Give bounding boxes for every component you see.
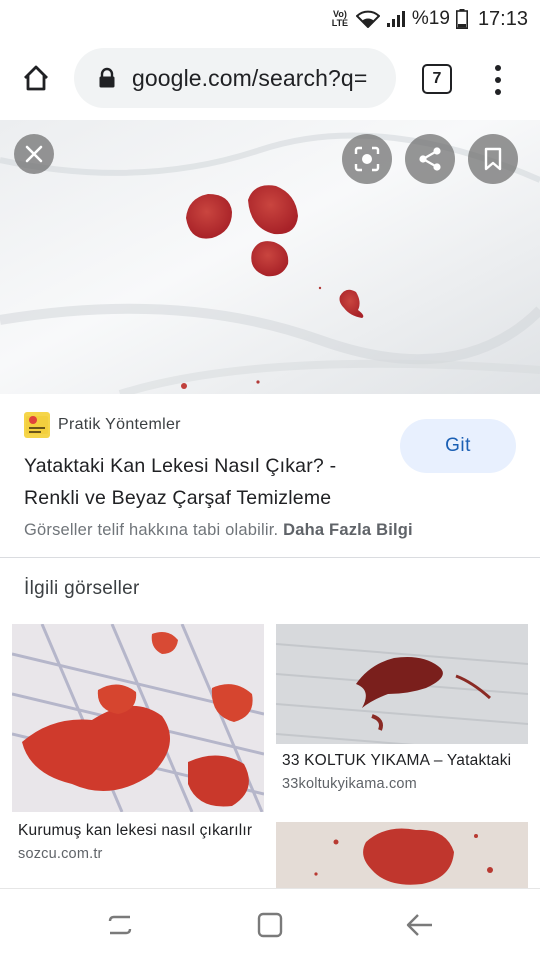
image-preview[interactable] — [0, 120, 540, 394]
hero-image — [0, 120, 540, 394]
lock-icon — [99, 67, 115, 88]
battery-icon — [455, 9, 468, 29]
status-icons: Vo) LTE %19 17:13 — [330, 6, 528, 32]
home-square-icon — [257, 912, 283, 938]
close-button[interactable] — [14, 134, 54, 174]
bookmark-button[interactable] — [468, 134, 518, 184]
related-heading: İlgili görseller — [24, 578, 140, 599]
home-icon — [24, 65, 48, 91]
copyright-notice: Görseller telif hakkına tabi olabilir. D… — [24, 521, 413, 540]
related-card[interactable]: 33 KOLTUK YIKAMA – Yataktaki 33koltukyik… — [276, 624, 528, 804]
tab-switcher-button[interactable]: 7 — [422, 64, 452, 94]
signal-icon — [386, 11, 405, 27]
address-bar[interactable]: google.com/search?q= — [74, 48, 396, 108]
related-source: 33koltukyikama.com — [282, 776, 417, 792]
browser-toolbar: google.com/search?q= 7 — [0, 38, 540, 120]
home-button[interactable] — [16, 58, 56, 98]
related-source: sozcu.com.tr — [18, 846, 103, 862]
copyright-text: Görseller telif hakkına tabi olabilir. — [24, 521, 279, 539]
related-image — [276, 624, 528, 744]
bookmark-icon — [484, 147, 502, 171]
status-bar: Vo) LTE %19 17:13 — [0, 0, 540, 38]
source-row[interactable]: Pratik Yöntemler — [24, 412, 181, 438]
close-icon — [25, 145, 43, 163]
share-icon — [419, 147, 441, 171]
back-button[interactable] — [400, 907, 440, 943]
share-button[interactable] — [405, 134, 455, 184]
recents-button[interactable] — [100, 907, 140, 943]
source-name: Pratik Yöntemler — [58, 416, 181, 433]
related-image — [276, 822, 528, 888]
home-nav-button[interactable] — [250, 907, 290, 943]
volte-indicator: Vo) LTE — [331, 9, 349, 28]
result-info-panel: Pratik Yöntemler Yataktaki Kan Lekesi Na… — [0, 394, 540, 558]
visit-button[interactable]: Git — [400, 419, 516, 473]
related-card[interactable]: Kurumuş kan lekesi nasıl çıkarılır sozcu… — [12, 624, 264, 888]
tab-count: 7 — [432, 70, 442, 87]
recents-icon — [108, 915, 132, 935]
learn-more-link[interactable]: Daha Fazla Bilgi — [283, 521, 413, 539]
lens-icon — [354, 146, 380, 172]
url-text: google.com/search?q= — [132, 64, 368, 91]
clock: 17:13 — [477, 7, 528, 30]
system-nav-bar — [0, 888, 540, 960]
wifi-icon — [355, 10, 380, 28]
related-title: Kurumuş kan lekesi nasıl çıkarılır — [18, 822, 253, 839]
result-title[interactable]: Yataktaki Kan Lekesi Nasıl Çıkar? - Renk… — [24, 450, 374, 514]
related-image — [12, 624, 264, 812]
back-arrow-icon — [406, 914, 432, 936]
related-title: 33 KOLTUK YIKAMA – Yataktaki — [282, 752, 512, 769]
related-card[interactable] — [276, 822, 528, 888]
site-favicon-icon — [24, 412, 50, 438]
lens-button[interactable] — [342, 134, 392, 184]
battery-percent: %19 — [411, 8, 450, 29]
more-vert-icon[interactable] — [484, 60, 512, 100]
